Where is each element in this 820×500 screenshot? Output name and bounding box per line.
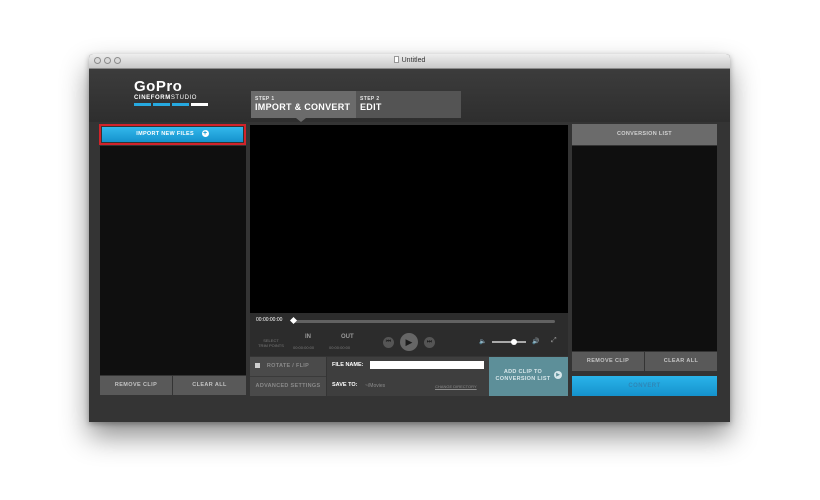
step2-label: EDIT: [360, 102, 382, 112]
app-window: Untitled GoPro CINEFORMSTUDIO STEP 1 IMP…: [89, 54, 730, 422]
out-label: OUT: [341, 334, 354, 340]
volume-high-icon: 🔊: [532, 339, 540, 345]
clear-all-button[interactable]: CLEAR ALL: [173, 376, 246, 395]
rotate-flip-button[interactable]: ROTATE / FLIP: [250, 357, 326, 377]
tab-import-convert[interactable]: STEP 1 IMPORT & CONVERT: [251, 91, 356, 122]
clip-options: ROTATE / FLIP ADVANCED SETTINGS: [250, 357, 326, 396]
gopro-logo: GoPro CINEFORMSTUDIO: [134, 79, 208, 106]
window-title: Untitled: [89, 56, 730, 64]
timecode: 00:00:00:00: [256, 317, 283, 323]
scrub-handle[interactable]: [289, 316, 298, 325]
select-trim-line2: TRIM POINTS: [258, 343, 284, 348]
import-file-list[interactable]: [100, 146, 246, 375]
play-circle-icon: ▶: [554, 371, 562, 379]
volume-low-icon: 🔈: [479, 339, 487, 345]
advanced-settings-button[interactable]: ADVANCED SETTINGS: [250, 377, 326, 396]
out-time[interactable]: 00:00:00:00: [329, 345, 350, 350]
import-new-files-button[interactable]: IMPORT NEW FILES +: [102, 127, 243, 142]
player-controls: 00:00:00:00 SELECT TRIM POINTS IN OUT 00…: [250, 313, 568, 356]
file-name-input[interactable]: [370, 361, 484, 369]
logo-product: CINEFORMSTUDIO: [134, 95, 208, 101]
save-to-path: ~/Movies: [365, 383, 386, 389]
conversion-list[interactable]: [572, 146, 717, 351]
import-highlight: IMPORT NEW FILES +: [99, 124, 246, 145]
conversion-remove-clip-button[interactable]: REMOVE CLIP: [572, 352, 644, 371]
file-name-label: FILE NAME:: [332, 362, 364, 368]
document-icon: [393, 56, 399, 63]
convert-button[interactable]: CONVERT: [572, 376, 717, 396]
logo-brand: GoPro: [134, 78, 183, 95]
active-step-caret: [296, 118, 306, 122]
remove-clip-button[interactable]: REMOVE CLIP: [100, 376, 172, 395]
in-label: IN: [305, 334, 311, 340]
plus-circle-icon: +: [201, 130, 209, 138]
output-fields: FILE NAME: SAVE TO: ~/Movies CHANGE DIRE…: [327, 357, 489, 396]
volume-handle[interactable]: [511, 339, 518, 345]
add-clip-line2: CONVERSION LIST: [495, 376, 551, 382]
add-clip-line1: ADD CLIP TO: [503, 369, 543, 375]
tab-edit[interactable]: STEP 2 EDIT: [356, 91, 461, 118]
step1-label: IMPORT & CONVERT: [255, 102, 351, 112]
conversion-list-header: CONVERSION LIST: [572, 124, 717, 145]
logo-product-thin: STUDIO: [170, 95, 198, 101]
select-trim-points-label: SELECT TRIM POINTS: [254, 338, 288, 348]
prev-icon[interactable]: ⏮: [383, 337, 394, 348]
save-to-label: SAVE TO:: [332, 382, 358, 388]
title-bar: Untitled: [89, 54, 730, 69]
add-clip-to-conversion-list-button[interactable]: ADD CLIP TO CONVERSION LIST ▶: [489, 357, 568, 396]
play-icon[interactable]: ▶: [400, 333, 418, 351]
window-title-text: Untitled: [401, 57, 426, 64]
next-icon[interactable]: ⏭: [424, 337, 435, 348]
rotate-flip-checkbox[interactable]: [255, 363, 260, 368]
import-label: IMPORT NEW FILES: [136, 131, 194, 137]
logo-product-bold: CINEFORM: [134, 95, 171, 101]
logo-bars: [134, 103, 208, 106]
video-preview: [250, 125, 568, 313]
scrub-bar[interactable]: [289, 316, 555, 325]
volume-slider[interactable]: [492, 339, 526, 345]
conversion-clear-all-button[interactable]: CLEAR ALL: [645, 352, 717, 371]
in-time[interactable]: 00:00:00:00: [293, 345, 314, 350]
rotate-flip-label: ROTATE / FLIP: [266, 363, 310, 369]
fullscreen-icon[interactable]: ⤢: [551, 337, 557, 345]
add-clip-label: ADD CLIP TO CONVERSION LIST: [493, 369, 553, 383]
change-directory-link[interactable]: CHANGE DIRECTORY: [435, 384, 477, 389]
